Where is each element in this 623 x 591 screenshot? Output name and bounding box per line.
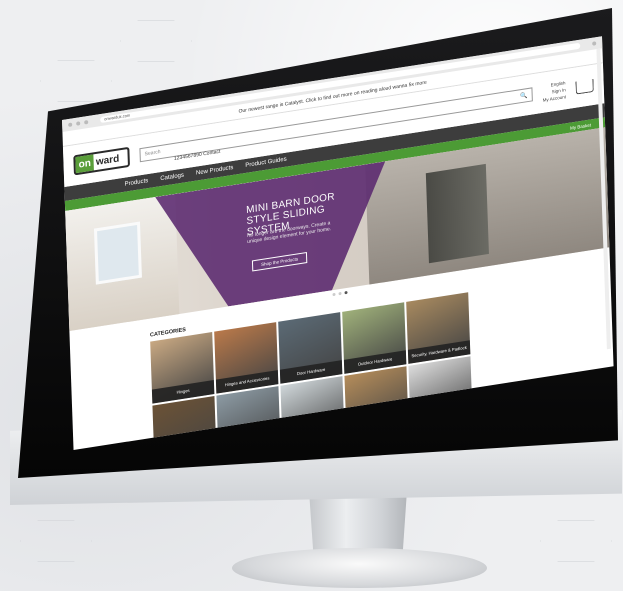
my-account-link[interactable]: My Account — [543, 94, 566, 103]
cart-icon[interactable] — [575, 78, 594, 95]
forward-icon[interactable] — [76, 121, 81, 126]
category-tile[interactable]: Hinges and Accessories — [214, 322, 279, 394]
address-text: onwarduk.com — [104, 112, 131, 122]
hero-barn-door — [425, 163, 489, 264]
nav-item-products[interactable]: Products — [124, 178, 148, 188]
search-placeholder: Search — [144, 148, 161, 158]
reload-icon[interactable] — [84, 119, 89, 125]
account-area: English Sign In My Account — [542, 80, 566, 103]
hex-pattern — [40, 60, 112, 102]
category-tile[interactable]: Door Hardware — [278, 312, 343, 384]
monitor-base — [232, 548, 487, 588]
hero-window — [93, 221, 142, 285]
sign-in-link[interactable]: Sign In — [552, 87, 566, 94]
hex-pattern — [540, 520, 612, 562]
logo-on: on — [75, 154, 95, 174]
carousel-dot[interactable] — [337, 291, 342, 295]
nav-item-catalogs[interactable]: Catalogs — [160, 172, 184, 182]
carousel-dot[interactable] — [331, 292, 336, 296]
hex-pattern — [20, 520, 92, 562]
site-logo[interactable]: on ward — [73, 146, 130, 176]
category-tile[interactable]: Hinges — [150, 331, 215, 404]
language-select[interactable]: English — [551, 80, 566, 87]
search-icon[interactable]: 🔍 — [520, 92, 528, 100]
hex-pattern — [120, 20, 192, 62]
logo-ward: ward — [95, 152, 120, 168]
carousel-dot-active[interactable] — [343, 290, 348, 294]
menu-icon[interactable] — [592, 41, 597, 46]
category-tile[interactable]: Security, Hardware & Padlock — [406, 292, 471, 364]
back-icon[interactable] — [68, 122, 73, 128]
category-tile[interactable]: Outdoor Hardware — [342, 302, 407, 374]
